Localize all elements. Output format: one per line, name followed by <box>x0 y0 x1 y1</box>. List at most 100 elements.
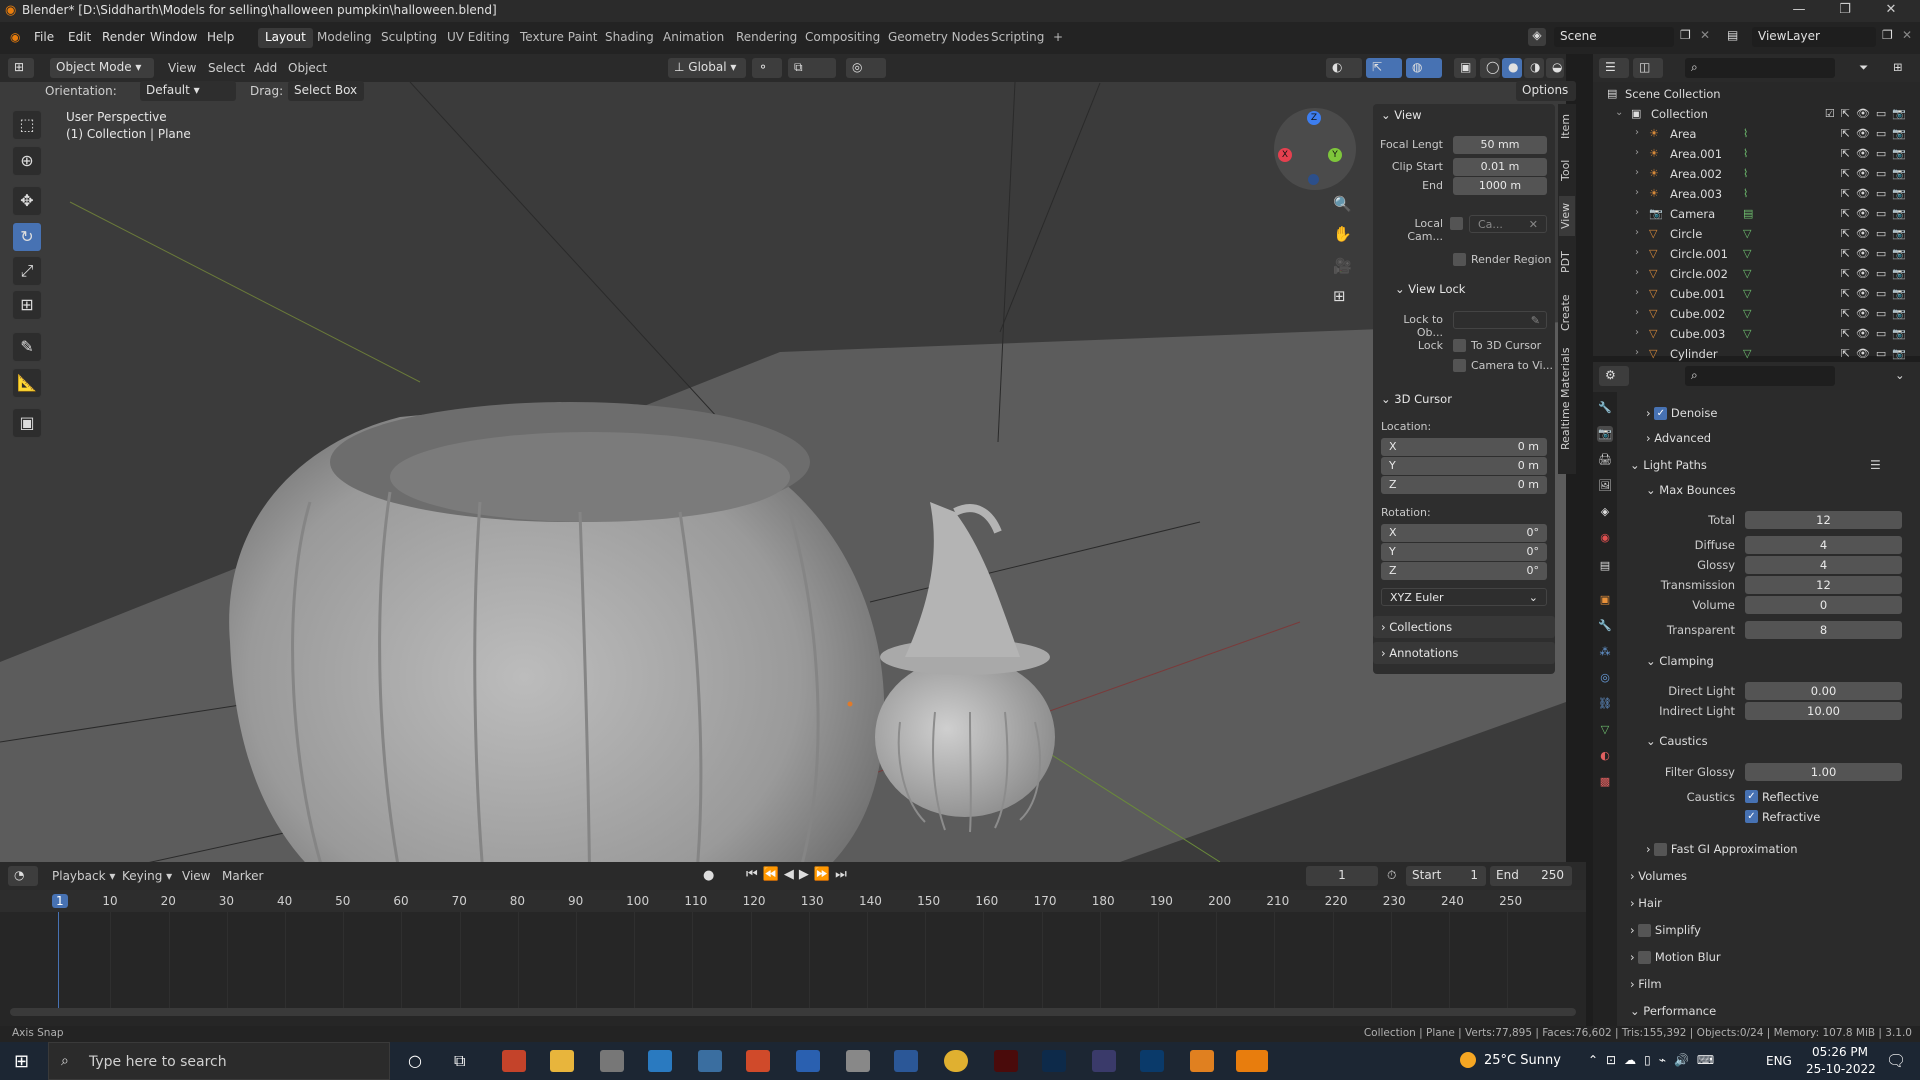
clip-start-field[interactable]: 0.01 m <box>1453 158 1547 176</box>
volume-bounces-field[interactable]: 0 <box>1745 596 1902 614</box>
playback-controls[interactable]: ⏮⏪◀▶⏩⏭ <box>746 867 852 882</box>
camera-view-icon[interactable]: 🎥 <box>1333 257 1352 275</box>
file-explorer-app-icon[interactable] <box>550 1050 574 1072</box>
material-shading-icon[interactable]: ◑ <box>1524 58 1544 78</box>
mode-selector[interactable]: Object Mode ▾ <box>50 58 154 78</box>
gizmo-y-axis[interactable]: Y <box>1328 148 1342 162</box>
row-visibility-icons[interactable]: ⇱👁▭📷 <box>1841 147 1912 160</box>
editor-type-icon[interactable]: ⊞ <box>8 58 34 78</box>
vlc-app-icon[interactable] <box>1190 1050 1214 1072</box>
expand-arrow-icon[interactable]: › <box>1635 327 1639 338</box>
drag-selector[interactable]: Select Box <box>288 81 364 101</box>
tab-create[interactable]: Create <box>1559 288 1575 338</box>
filter-glossy-field[interactable]: 1.00 <box>1745 763 1902 781</box>
eyedropper-icon[interactable]: ✎ <box>1531 312 1540 330</box>
annotate-tool-icon[interactable]: ✎ <box>12 332 42 362</box>
orientation-selector[interactable]: Default ▾ <box>140 81 236 101</box>
output-tab-icon[interactable]: 🖨 <box>1597 452 1613 468</box>
gizmo-toggle-icon[interactable]: ⇱ <box>1366 58 1402 78</box>
office-app-icon[interactable] <box>746 1050 770 1072</box>
view-section-header[interactable]: ⌄ View <box>1381 108 1422 122</box>
transparent-bounces-field[interactable]: 8 <box>1745 621 1902 639</box>
texture-tab-icon[interactable]: ▩ <box>1597 774 1613 790</box>
playback-menu[interactable]: Playback ▾ <box>52 869 115 883</box>
fast-gi-checkbox[interactable] <box>1654 843 1668 856</box>
local-camera-field[interactable]: Ca... ✕ <box>1469 215 1547 233</box>
timeline-editor-type-icon[interactable]: ◔ <box>8 866 38 886</box>
particles-tab-icon[interactable]: ⁂ <box>1597 644 1613 660</box>
remove-scene-icon[interactable]: ✕ <box>1700 28 1710 42</box>
snap-icon[interactable]: ⧉ <box>788 58 836 78</box>
menu-help[interactable]: Help <box>207 30 234 44</box>
store-app-icon[interactable] <box>698 1050 722 1072</box>
properties-editor-type-icon[interactable]: ⚙ <box>1599 366 1629 386</box>
motion-blur-panel-header[interactable]: › Motion Blur <box>1630 950 1721 964</box>
outliner-row-cube-003[interactable]: › ▽ Cube.003 ▽ ⇱👁▭📷 <box>1593 324 1920 344</box>
app-icon[interactable] <box>846 1050 870 1072</box>
collection-tab-icon[interactable]: ▤ <box>1597 558 1613 574</box>
transform-tool-icon[interactable]: ⊞ <box>12 290 42 320</box>
scale-tool-icon[interactable]: ⤢ <box>12 256 42 286</box>
direct-light-field[interactable]: 0.00 <box>1745 682 1902 700</box>
blender-app-icon[interactable] <box>1236 1050 1268 1072</box>
add-cube-tool-icon[interactable]: ▣ <box>12 408 42 438</box>
new-scene-icon[interactable]: ❐ <box>1680 28 1691 42</box>
transmission-bounces-field[interactable]: 12 <box>1745 576 1902 594</box>
tray-icons[interactable]: ⌃⊡☁▯⌁🔊⌨ <box>1588 1053 1722 1067</box>
powerpoint-app-icon[interactable] <box>502 1050 526 1072</box>
expand-arrow-icon[interactable]: › <box>1635 207 1639 218</box>
row-visibility-icons[interactable]: ⇱👁▭📷 <box>1841 347 1912 360</box>
rendered-shading-icon[interactable]: ◒ <box>1546 58 1564 78</box>
ortho-toggle-icon[interactable]: ⊞ <box>1333 287 1346 305</box>
tab-pdt[interactable]: PDT <box>1559 244 1575 280</box>
data-tab-icon[interactable]: ▽ <box>1597 722 1613 738</box>
expand-arrow-icon[interactable]: › <box>1635 147 1639 158</box>
scene-icon[interactable]: ◈ <box>1528 28 1546 46</box>
physics-tab-icon[interactable]: ◎ <box>1597 670 1613 686</box>
move-tool-icon[interactable]: ✥ <box>12 186 42 216</box>
material-tab-icon[interactable]: ◐ <box>1597 748 1613 764</box>
select-menu[interactable]: Select <box>208 61 245 75</box>
denoise-row[interactable]: › ✓ Denoise <box>1646 406 1717 420</box>
gizmo-x-axis[interactable]: X <box>1278 148 1292 162</box>
cursor-location-z[interactable]: Z 0 m <box>1381 476 1547 494</box>
3d-cursor-header[interactable]: ⌄ 3D Cursor <box>1381 392 1452 406</box>
tab-animation[interactable]: Animation <box>656 28 731 48</box>
chrome-app-icon[interactable] <box>944 1050 968 1072</box>
advanced-panel-header[interactable]: › Advanced <box>1646 431 1711 445</box>
expand-arrow-icon[interactable]: › <box>1635 247 1639 258</box>
outliner-row-area-001[interactable]: › ☀ Area.001 ⌇ ⇱👁▭📷 <box>1593 144 1920 164</box>
start-frame-field[interactable]: Start 1 <box>1406 866 1486 886</box>
app-icon[interactable] <box>1092 1050 1116 1072</box>
outliner-row-area[interactable]: › ☀ Area ⌇ ⇱👁▭📷 <box>1593 124 1920 144</box>
denoise-checkbox[interactable]: ✓ <box>1654 407 1668 420</box>
pivot-icon[interactable]: ⚬ <box>752 58 782 78</box>
tab-tool[interactable]: Tool <box>1559 150 1575 190</box>
motion-blur-checkbox[interactable] <box>1638 951 1652 964</box>
display-mode-icon[interactable]: ◫ <box>1633 58 1663 78</box>
outliner-row-collection[interactable]: ⌄ ▣ Collection ☑⇱👁▭📷 <box>1593 104 1920 124</box>
tab-rendering[interactable]: Rendering <box>729 28 804 48</box>
outliner-row-area-002[interactable]: › ☀ Area.002 ⌇ ⇱👁▭📷 <box>1593 164 1920 184</box>
tab-modeling[interactable]: Modeling <box>310 28 379 48</box>
render-tab-icon[interactable]: 📷 <box>1597 426 1613 442</box>
view-layer-selector[interactable]: ViewLayer <box>1752 27 1876 47</box>
tab-texture-paint[interactable]: Texture Paint <box>513 28 604 48</box>
reflective-checkbox[interactable]: ✓ <box>1745 790 1758 803</box>
tab-geometry-nodes[interactable]: Geometry Nodes <box>881 28 996 48</box>
rotation-mode-dropdown[interactable]: XYZ Euler ⌄ <box>1381 588 1547 606</box>
presets-list-icon[interactable]: ☰ <box>1870 458 1881 472</box>
frame-ruler[interactable]: 1 10 20 30 40 50 60 70 80 90 100 110 120 130 140 150 160… <box>0 890 1586 912</box>
outliner-row-circle-001[interactable]: › ▽ Circle.001 ▽ ⇱👁▭📷 <box>1593 244 1920 264</box>
record-icon[interactable]: ● <box>703 868 714 883</box>
outliner-row-circle-002[interactable]: › ▽ Circle.002 ▽ ⇱👁▭📷 <box>1593 264 1920 284</box>
outliner-editor-type-icon[interactable]: ☰ <box>1599 58 1629 78</box>
big-pumpkin-mesh[interactable] <box>229 402 885 862</box>
proportional-edit-icon[interactable]: ◎ <box>846 58 886 78</box>
rotate-tool-icon[interactable]: ↻ <box>12 222 42 252</box>
row-visibility-icons[interactable]: ⇱👁▭📷 <box>1841 327 1912 340</box>
overlay-toggle-icon[interactable]: ◍ <box>1406 58 1442 78</box>
outliner-row-camera[interactable]: › 📷 Camera ▤ ⇱👁▭📷 <box>1593 204 1920 224</box>
gizmo-neg-z[interactable] <box>1308 174 1319 185</box>
expand-arrow-icon[interactable]: › <box>1635 167 1639 178</box>
